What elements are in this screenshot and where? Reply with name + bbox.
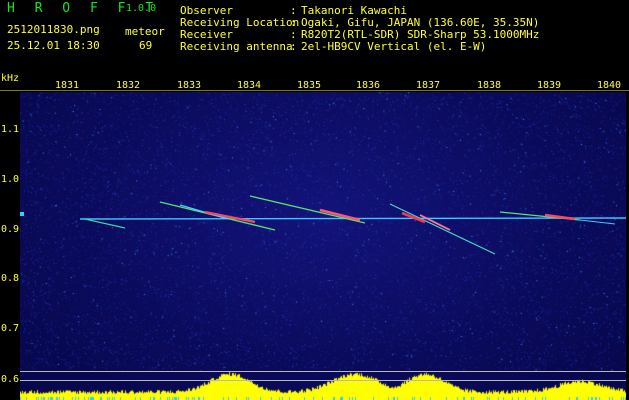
count-label: meteor [125,25,165,38]
header-panel: H R O F F T 1.0.0 2512011830.png meteor … [0,0,629,72]
filename-label: 2512011830.png [7,23,100,36]
app-version: 1.0.0 [126,3,157,14]
antenna-colon: : [290,40,297,53]
freq-tick-label: 1.1 [1,124,20,135]
meteor-head [204,210,256,224]
freq-tick-label: 0.6 [1,374,20,385]
datetime-label: 25.12.01 18:30 [7,39,100,52]
count-value: 69 [139,39,153,52]
antenna-value: 2el-HB9CV Vertical (el. E-W) [301,40,487,53]
threshold-line [20,380,626,381]
freq-unit-label: kHz [1,73,20,84]
spectrogram-overlay [20,195,626,255]
spectrogram-plot [20,92,626,400]
meteor-trail [389,203,496,255]
antenna-label: Receiving antenna [180,40,293,53]
meteor-trail [579,219,616,225]
time-axis-line [0,90,629,91]
threshold-line [20,371,626,372]
meteor-head [401,211,426,224]
meteor-trail [179,204,229,220]
freq-tick-label: 0.8 [1,273,20,284]
activity-bars [20,370,626,400]
freq-tick-label: 1.0 [1,174,20,185]
meteor-trail [84,218,126,229]
freq-tick-label: 0.7 [1,323,20,334]
freq-tick-label: 0.9 [1,224,20,235]
